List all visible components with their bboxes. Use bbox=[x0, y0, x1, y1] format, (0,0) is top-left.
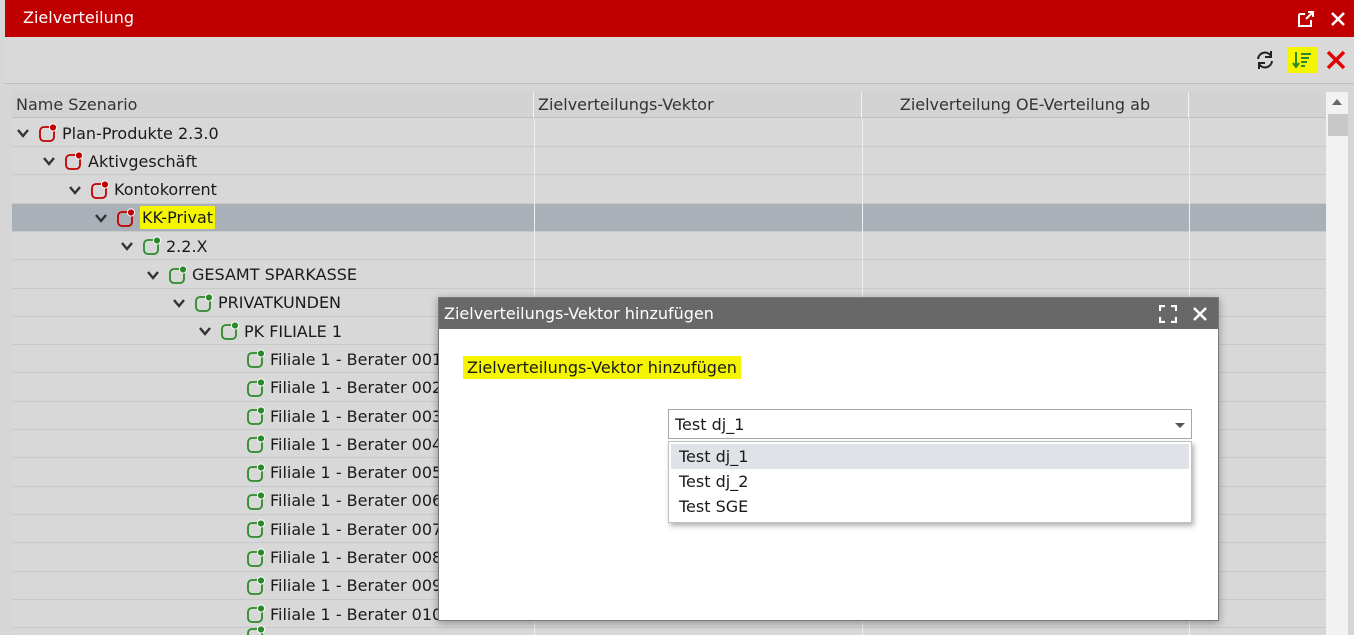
dialog-heading: Zielverteilungs-Vektor hinzufügen bbox=[463, 356, 741, 379]
close-icon[interactable] bbox=[1326, 7, 1350, 31]
vector-option[interactable]: Test dj_1 bbox=[671, 444, 1189, 469]
status-node-icon bbox=[246, 576, 266, 596]
status-node-icon bbox=[168, 264, 188, 285]
column-header-zielverteilungs-vektor[interactable]: Zielverteilungs-Vektor bbox=[534, 92, 862, 118]
status-node-icon bbox=[90, 179, 110, 200]
status-node-icon bbox=[38, 123, 58, 143]
tree-row[interactable]: Plan-Produkte 2.3.0 bbox=[12, 119, 1326, 147]
zielverteilung-window: Zielverteilung Name Szenario Zielverteil… bbox=[0, 0, 1354, 635]
tree-node-label: Filiale 1 - Berater 001 bbox=[270, 349, 443, 369]
chevron-down-icon bbox=[1175, 423, 1185, 428]
tree-row[interactable]: 2.2.X bbox=[12, 232, 1326, 261]
chevron-down-icon[interactable] bbox=[14, 119, 32, 147]
tree-node-label: GESAMT SPARKASSE bbox=[192, 265, 357, 284]
add-vector-dialog: Zielverteilungs-Vektor hinzufügen Zielve… bbox=[438, 297, 1219, 621]
window-titlebar: Zielverteilung bbox=[5, 0, 1354, 37]
chevron-down-icon[interactable] bbox=[170, 289, 188, 317]
toolbar bbox=[5, 37, 1354, 84]
tree-node-label: Filiale 1 - Berater 010 bbox=[270, 604, 443, 624]
dialog-title: Zielverteilungs-Vektor hinzufügen bbox=[444, 304, 714, 323]
dialog-titlebar: Zielverteilungs-Vektor hinzufügen bbox=[439, 298, 1218, 329]
vector-option[interactable]: Test dj_2 bbox=[671, 469, 1189, 494]
status-node-icon bbox=[246, 625, 266, 635]
tree-row[interactable]: GESAMT SPARKASSE bbox=[12, 260, 1326, 289]
tree-row[interactable]: Aktivgeschäft bbox=[12, 147, 1326, 176]
tree-node-label: Filiale 1 - Berater 009 bbox=[270, 576, 443, 596]
window-title: Zielverteilung bbox=[23, 8, 135, 27]
status-node-icon bbox=[246, 604, 266, 624]
tree-node-label: Filiale 1 - Berater 007 bbox=[270, 519, 443, 539]
tree-node-label: PRIVATKUNDEN bbox=[218, 293, 342, 313]
scroll-up-icon[interactable] bbox=[1331, 96, 1343, 108]
refresh-icon[interactable] bbox=[1250, 47, 1280, 73]
status-node-icon bbox=[246, 519, 266, 539]
tree-node-label: Filiale 1 - Berater 004 bbox=[270, 434, 443, 454]
status-node-icon bbox=[246, 378, 266, 398]
tree-node-label: Filiale 1 - Berater 005 bbox=[270, 463, 443, 483]
column-header-oe-verteilung[interactable]: Zielverteilung OE-Verteilung ab bbox=[862, 92, 1189, 118]
tree-row[interactable]: KK-Privat bbox=[12, 203, 1326, 232]
popout-icon[interactable] bbox=[1294, 7, 1318, 31]
tree-row[interactable] bbox=[12, 625, 1326, 635]
vector-options-list: Test dj_1 Test dj_2 Test SGE bbox=[668, 441, 1192, 523]
tree-node-label: Plan-Produkte 2.3.0 bbox=[62, 123, 219, 143]
tree-node-label: 2.2.X bbox=[166, 236, 208, 256]
tree-node-label: Filiale 1 - Berater 002 bbox=[270, 378, 443, 398]
status-node-icon bbox=[246, 349, 266, 369]
vertical-scrollbar[interactable] bbox=[1326, 92, 1348, 635]
vector-select[interactable]: Test dj_1 bbox=[668, 409, 1192, 439]
tree-node-label: Filiale 1 - Berater 003 bbox=[270, 406, 443, 426]
sort-icon[interactable] bbox=[1287, 47, 1317, 73]
tree-node-label: Filiale 1 - Berater 008 bbox=[270, 548, 443, 567]
tree-node-label: Filiale 1 - Berater 006 bbox=[270, 491, 443, 511]
status-node-icon bbox=[246, 434, 266, 454]
maximize-icon[interactable] bbox=[1156, 302, 1180, 326]
scroll-thumb[interactable] bbox=[1328, 114, 1348, 136]
status-node-icon bbox=[246, 491, 266, 511]
chevron-down-icon[interactable] bbox=[66, 176, 84, 204]
chevron-down-icon[interactable] bbox=[196, 317, 214, 345]
chevron-down-icon[interactable] bbox=[118, 232, 136, 260]
status-node-icon bbox=[194, 293, 214, 313]
status-node-icon bbox=[220, 321, 240, 341]
chevron-down-icon[interactable] bbox=[144, 261, 162, 289]
close-icon[interactable] bbox=[1188, 302, 1212, 326]
vector-option[interactable]: Test SGE bbox=[671, 494, 1189, 519]
tree-node-label: Aktivgeschäft bbox=[88, 151, 198, 171]
tree-node-label: KK-Privat bbox=[140, 206, 216, 230]
chevron-down-icon[interactable] bbox=[40, 147, 58, 175]
tree-node-label: Kontokorrent bbox=[114, 180, 217, 200]
vector-select-value: Test dj_1 bbox=[675, 415, 745, 434]
status-node-icon bbox=[142, 236, 162, 256]
tree-node-label: PK FILIALE 1 bbox=[244, 321, 343, 341]
status-node-icon bbox=[246, 462, 266, 483]
column-header-name-szenario[interactable]: Name Szenario bbox=[12, 92, 534, 118]
chevron-down-icon[interactable] bbox=[92, 204, 110, 232]
grid-header: Name Szenario Zielverteilungs-Vektor Zie… bbox=[12, 92, 1326, 118]
status-node-icon bbox=[246, 406, 266, 426]
status-node-icon bbox=[116, 208, 136, 228]
tree-row[interactable]: Kontokorrent bbox=[12, 175, 1326, 204]
status-node-icon bbox=[64, 151, 84, 171]
delete-icon[interactable] bbox=[1321, 47, 1351, 73]
status-node-icon bbox=[246, 547, 266, 568]
